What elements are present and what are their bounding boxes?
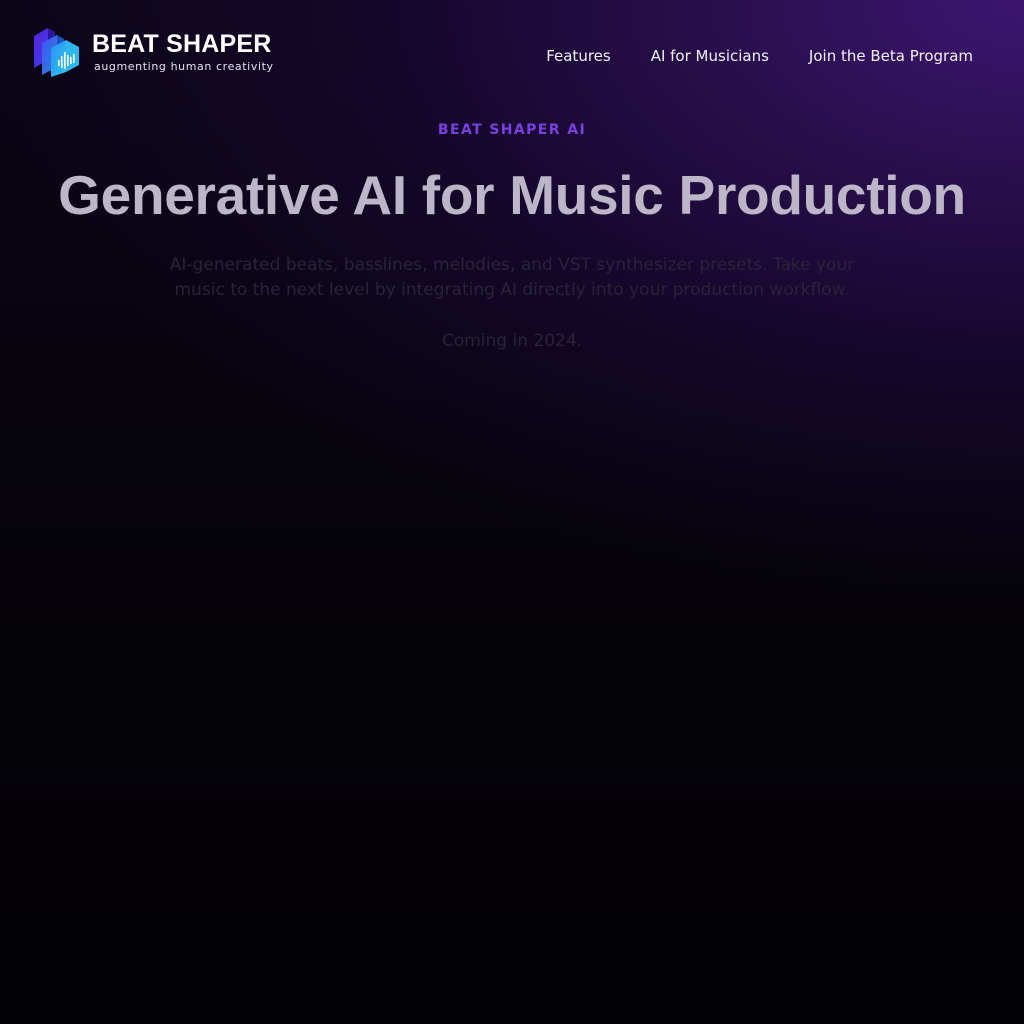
hero-section: BEAT SHAPER AI Generative AI for Music P… [0,121,1024,354]
brand-name: BEAT SHAPER [92,30,272,58]
brand[interactable]: BEAT SHAPER augmenting human creativity [33,27,274,77]
main-nav: Features AI for Musicians Join the Beta … [546,46,973,66]
nav-link-features[interactable]: Features [546,46,611,66]
brand-text: BEAT SHAPER augmenting human creativity [92,30,274,74]
nav-link-join-beta[interactable]: Join the Beta Program [809,46,973,66]
coming-soon-text: Coming in 2024. [441,331,583,351]
site-header: BEAT SHAPER augmenting human creativity … [0,0,1024,112]
beat-shaper-logo-icon [34,28,79,77]
hero-eyebrow: BEAT SHAPER AI [437,122,587,138]
hero-headline: Generative AI for Music Production [58,164,966,226]
hero-description: AI-generated beats, basslines, melodies,… [169,255,855,300]
nav-link-ai-for-musicians[interactable]: AI for Musicians [651,46,769,66]
brand-tagline: augmenting human creativity [94,60,274,73]
